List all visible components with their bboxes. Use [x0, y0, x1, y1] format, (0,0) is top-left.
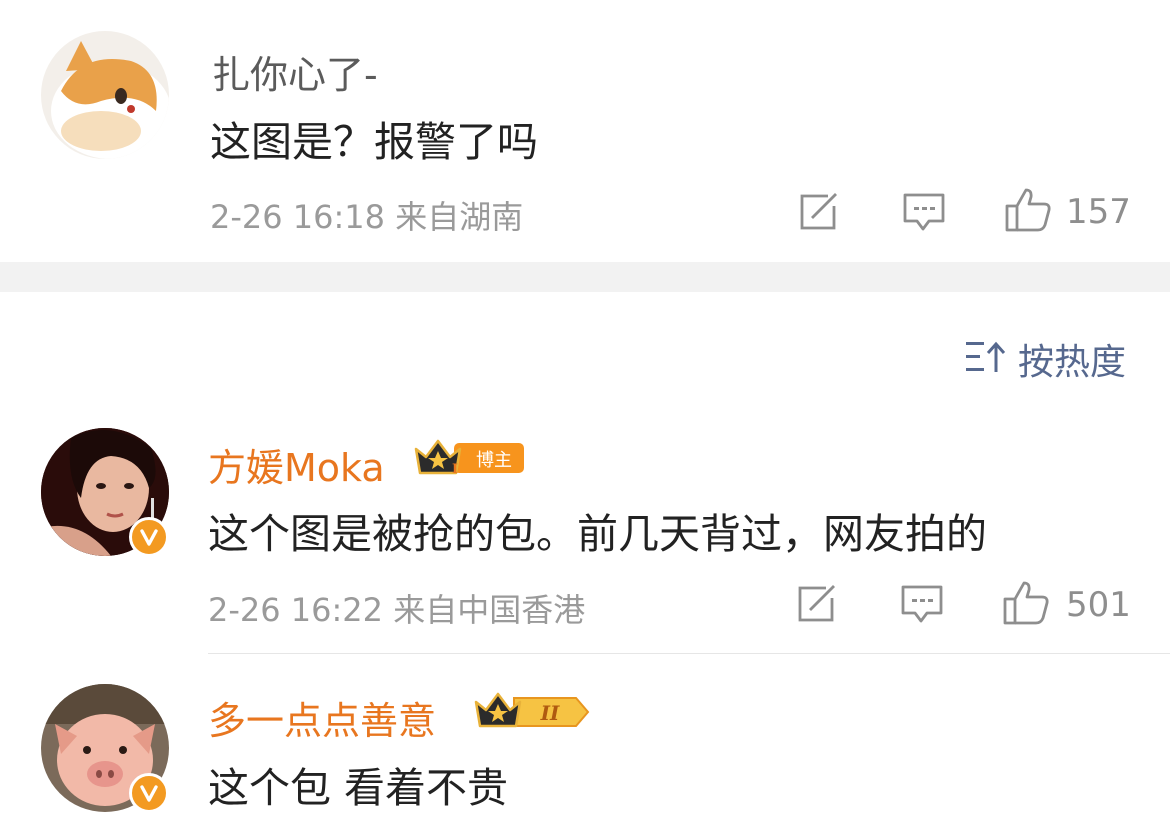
section-divider [0, 262, 1170, 292]
crown-level: II [540, 701, 560, 725]
verified-v-icon [129, 517, 169, 557]
blogger-badge-label: 博主 [476, 450, 512, 471]
crown-icon[interactable]: 博主 I [414, 437, 526, 477]
share-icon[interactable] [798, 192, 840, 232]
comment-text: 这个包 看着不贵 [208, 764, 509, 812]
crown-level: I [452, 462, 458, 477]
comment-time: 2-26 16:22 [208, 591, 384, 629]
crown-icon[interactable]: II [474, 690, 592, 732]
thumbs-up-icon[interactable] [1004, 187, 1052, 233]
comment-location: 来自湖南 [395, 198, 524, 236]
like-count: 157 [1066, 192, 1131, 232]
like-count: 501 [1066, 585, 1131, 625]
comment-text: 这图是？报警了吗 [210, 118, 538, 166]
comment-username[interactable]: 扎你心了- [212, 44, 378, 99]
sort-icon[interactable] [966, 340, 1006, 374]
comment-icon[interactable] [902, 192, 946, 234]
comment-text: 这个图是被抢的包。前几天背过，网友拍的 [208, 510, 987, 558]
comment-icon[interactable] [900, 584, 944, 626]
verified-v-icon [129, 773, 169, 813]
comment-username[interactable]: 多一点点善意 [208, 690, 436, 745]
thumbs-up-icon[interactable] [1002, 580, 1050, 626]
comment-meta: 2-26 16:18 来自湖南 [210, 192, 523, 238]
comment-location: 来自中国香港 [393, 591, 586, 629]
share-icon[interactable] [796, 584, 838, 624]
comment-divider [208, 653, 1170, 654]
comment-meta: 2-26 16:22 来自中国香港 [208, 585, 585, 631]
avatar-cat[interactable] [41, 31, 169, 159]
comment-username[interactable]: 方媛Moka [208, 437, 385, 492]
sort-by-heat-button[interactable]: 按热度 [1018, 333, 1126, 385]
comment-time: 2-26 16:18 [210, 198, 386, 236]
